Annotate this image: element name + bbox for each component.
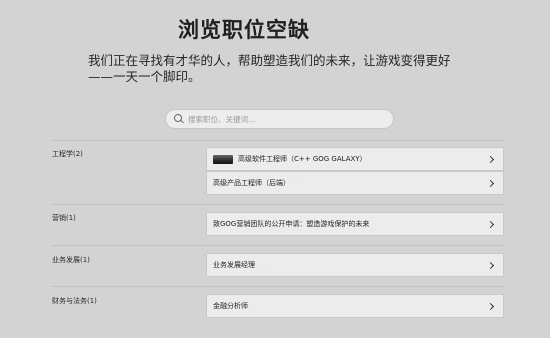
chevron-right-icon [486, 220, 495, 228]
department-label: 财务与法务(1) [52, 297, 97, 305]
job-title: 高级产品工程师（后端） · · [213, 179, 300, 187]
chevron-right-icon [486, 179, 495, 187]
department-business-development: 业务发展(1) · · [52, 255, 103, 265]
section-divider [52, 245, 505, 246]
job-title: 致GOG营销团队的公开申请：塑造游戏保护的未来 [213, 220, 370, 228]
job-title: 金融分析师 · [213, 302, 257, 310]
department-label: 业务发展(1) [52, 256, 90, 264]
job-title: 高级软件工程师（C++ GOG GALAXY） [238, 155, 367, 163]
page-subtitle: 我们正在寻找有才华的人，帮助塑造我们的未来，让游戏变得更好——一天一个脚印。 [88, 53, 451, 84]
search-box[interactable] [165, 109, 394, 129]
job-title: 业务发展经理 · · [213, 261, 268, 269]
department-engineering: 工程学(2) · [52, 149, 91, 159]
department-extra: · · [95, 256, 103, 264]
chevron-right-icon [486, 302, 495, 310]
galaxy-thumbnail-icon [213, 154, 233, 164]
section-divider [52, 140, 505, 141]
search-input[interactable] [188, 114, 388, 124]
chevron-right-icon [486, 261, 495, 269]
department-extra: · [102, 297, 106, 305]
job-row[interactable]: 业务发展经理 · · [206, 253, 504, 277]
job-extra: · · [292, 179, 300, 187]
department-label: 营销(1) [52, 214, 76, 222]
job-row[interactable]: 高级软件工程师（C++ GOG GALAXY） [206, 147, 504, 171]
section-divider [52, 286, 505, 287]
search-icon [174, 114, 184, 124]
department-extra: · [88, 150, 92, 158]
job-row[interactable]: 金融分析师 · [206, 294, 504, 318]
chevron-right-icon [486, 155, 495, 163]
job-row[interactable]: 高级产品工程师（后端） · · [206, 171, 504, 195]
job-row[interactable]: 致GOG营销团队的公开申请：塑造游戏保护的未来 [206, 212, 504, 236]
department-marketing: 营销(1) · [52, 213, 84, 223]
job-extra: · [254, 302, 257, 310]
job-extra: · · [261, 261, 268, 269]
section-divider [52, 204, 505, 205]
department-finance-legal: 财务与法务(1) · [52, 296, 105, 306]
department-extra: · [81, 214, 85, 222]
department-label: 工程学(2) [52, 150, 83, 158]
page-title: 浏览职位空缺 [178, 18, 310, 42]
